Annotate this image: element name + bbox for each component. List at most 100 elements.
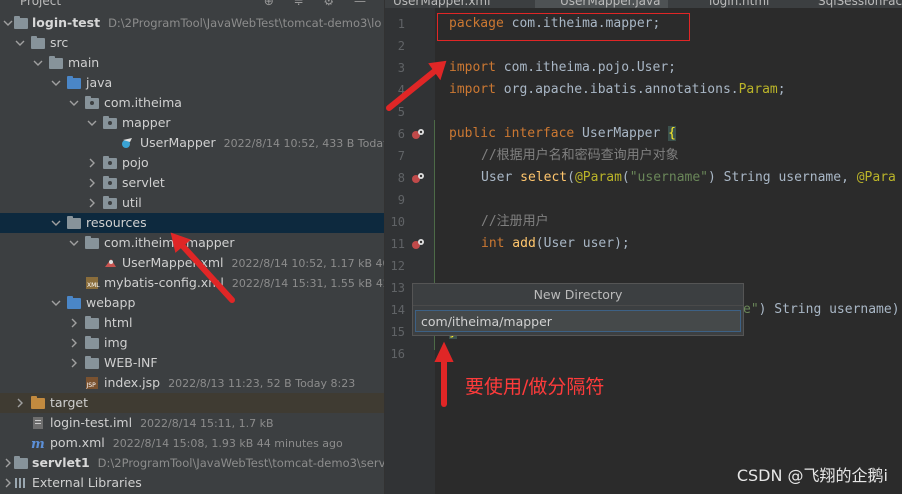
tree-item-com-itheima[interactable]: com.itheima bbox=[0, 93, 384, 113]
tree-item-label: target bbox=[50, 395, 89, 410]
tree-item-label: servlet1 bbox=[32, 455, 90, 470]
tree-item-webapp[interactable]: webapp bbox=[0, 293, 384, 313]
folder-icon bbox=[31, 36, 45, 49]
package-icon bbox=[103, 176, 117, 189]
tree-item-label: java bbox=[86, 75, 113, 90]
code-line-8[interactable]: User select(@Param("username") String us… bbox=[481, 167, 896, 189]
line-number: 8 bbox=[397, 171, 405, 185]
tree-item-index-jsp[interactable]: JSP index.jsp 2022/8/13 11:23, 52 B Today… bbox=[0, 373, 384, 393]
method-name: add bbox=[504, 236, 536, 251]
chevron-right-icon[interactable] bbox=[69, 358, 79, 368]
chevron-down-icon[interactable] bbox=[69, 98, 79, 108]
code-line-3[interactable]: import com.itheima.pojo.User; bbox=[449, 57, 676, 79]
chevron-right-icon[interactable] bbox=[87, 198, 97, 208]
chevron-down-icon[interactable] bbox=[3, 18, 13, 28]
code-line-10[interactable]: //注册用户 bbox=[481, 211, 549, 233]
chevron-down-icon[interactable] bbox=[51, 218, 61, 228]
svg-text:XML: XML bbox=[87, 282, 100, 289]
tree-item-login-test[interactable]: login-test D:\2ProgramTool\JavaWebTest\to… bbox=[0, 13, 384, 33]
tree-item-html[interactable]: html bbox=[0, 313, 384, 333]
tree-item-label: mapper bbox=[122, 115, 171, 130]
tree-item-usermapper-xml[interactable]: UserMapper.xml 2022/8/14 10:52, 1.17 kB 4… bbox=[0, 253, 384, 273]
web-folder-icon bbox=[67, 296, 81, 309]
code-line-14[interactable]: e") String username) bbox=[743, 299, 900, 321]
tree-item-login-test-iml[interactable]: login-test.iml 2022/8/14 15:11, 1.7 kB bbox=[0, 413, 384, 433]
arrow-to-dialog bbox=[434, 341, 454, 407]
tree-item-label: webapp bbox=[86, 295, 136, 310]
chevron-right-icon[interactable] bbox=[87, 178, 97, 188]
code-line-4[interactable]: import org.apache.ibatis.annotations.Par… bbox=[449, 79, 786, 101]
source-folder-icon bbox=[67, 76, 81, 89]
tree-item-label: External Libraries bbox=[32, 475, 142, 490]
tab-sqlsessionfactory[interactable]: SqlSessionFac bbox=[800, 0, 902, 8]
tree-item-label: main bbox=[68, 55, 100, 70]
tree-item-external-libraries[interactable]: External Libraries bbox=[0, 473, 384, 493]
svg-text:m: m bbox=[31, 437, 45, 450]
code-line-7[interactable]: //根据用户名和密码查询用户对象 bbox=[481, 145, 679, 167]
tree-item-pojo[interactable]: pojo bbox=[0, 153, 384, 173]
chevron-right-icon[interactable] bbox=[87, 158, 97, 168]
tree-item-src[interactable]: src bbox=[0, 33, 384, 53]
code-text: ; bbox=[777, 82, 786, 97]
folder-icon bbox=[85, 236, 99, 249]
annotation-name: Param bbox=[738, 82, 778, 97]
tab-label: login.html bbox=[709, 0, 770, 8]
iml-file-icon bbox=[31, 416, 46, 430]
tree-item-label: pojo bbox=[122, 155, 149, 170]
tree-item-usermapper-java[interactable]: UserMapper 2022/8/14 10:52, 433 B Today 1 bbox=[0, 133, 384, 153]
module-path: D:\2ProgramTool\JavaWebTest\tomcat-demo3… bbox=[97, 456, 384, 470]
tree-item-img[interactable]: img bbox=[0, 333, 384, 353]
comment: //注册用户 bbox=[481, 214, 549, 229]
tree-item-com-itheima-mapper[interactable]: com.itheima.mapper bbox=[0, 233, 384, 253]
chevron-right-icon[interactable] bbox=[3, 458, 13, 468]
svg-text:JSP: JSP bbox=[86, 382, 97, 389]
code-line-11[interactable]: int add(User user); bbox=[481, 233, 630, 255]
tree-item-mybatis-config-xml[interactable]: XML mybatis-config.xml 2022/8/14 15:31, 1… bbox=[0, 273, 384, 293]
code-text: User bbox=[481, 170, 521, 185]
resources-folder-icon bbox=[67, 216, 81, 229]
module-path: D:\2ProgramTool\JavaWebTest\tomcat-demo3… bbox=[108, 16, 382, 30]
tree-item-web-inf[interactable]: WEB-INF bbox=[0, 353, 384, 373]
tree-item-servlet1[interactable]: servlet1 D:\2ProgramTool\JavaWebTest\tomc… bbox=[0, 453, 384, 473]
chevron-right-icon[interactable] bbox=[15, 398, 25, 408]
code-line-6[interactable]: public interface UserMapper { bbox=[449, 123, 676, 145]
panel-toolbar-icons[interactable]: ⊕ ≑ ⚙ — bbox=[264, 0, 374, 8]
directory-name-input[interactable]: com/itheima/mapper bbox=[415, 310, 741, 332]
tab-usermapper-java[interactable]: UserMapper.java bbox=[535, 0, 669, 8]
chevron-right-icon[interactable] bbox=[3, 478, 13, 488]
tree-item-mapper[interactable]: mapper bbox=[0, 113, 384, 133]
tab-usermapper-xml[interactable]: UserMapper.xml bbox=[393, 0, 490, 8]
tab-login-html[interactable]: login.html bbox=[691, 0, 769, 8]
chevron-down-icon[interactable] bbox=[69, 238, 79, 248]
chevron-down-icon[interactable] bbox=[33, 58, 43, 68]
tree-item-main[interactable]: main bbox=[0, 53, 384, 73]
tree-item-pom-xml[interactable]: m pom.xml 2022/8/14 15:08, 1.93 kB 44 min… bbox=[0, 433, 384, 453]
chevron-down-icon[interactable] bbox=[51, 298, 61, 308]
chevron-down-icon[interactable] bbox=[87, 118, 97, 128]
mybatis-gutter-icon[interactable] bbox=[410, 237, 426, 251]
package-icon bbox=[85, 96, 99, 109]
tree-item-target[interactable]: target bbox=[0, 393, 384, 413]
code-text: ( bbox=[567, 170, 575, 185]
folder-icon bbox=[85, 356, 99, 369]
code-text: ) String username, bbox=[708, 170, 857, 185]
mybatis-gutter-icon[interactable] bbox=[410, 127, 426, 141]
code-text: org.apache.ibatis.annotations. bbox=[495, 82, 739, 97]
line-number: 3 bbox=[397, 61, 405, 75]
tree-item-java[interactable]: java bbox=[0, 73, 384, 93]
chevron-down-icon[interactable] bbox=[15, 38, 25, 48]
tree-item-resources[interactable]: resources bbox=[0, 213, 384, 233]
chevron-right-icon[interactable] bbox=[69, 338, 79, 348]
project-panel-title[interactable]: Project bbox=[20, 0, 61, 8]
chevron-right-icon[interactable] bbox=[69, 318, 79, 328]
folder-icon bbox=[49, 56, 63, 69]
mybatis-gutter-icon[interactable] bbox=[410, 171, 426, 185]
chevron-down-icon[interactable] bbox=[51, 78, 61, 88]
mybatis-interface-icon bbox=[120, 136, 135, 150]
line-number: 2 bbox=[397, 39, 405, 53]
code-text: ) String username) bbox=[758, 302, 900, 317]
tree-item-label: pom.xml bbox=[50, 435, 105, 450]
file-meta: 2022/8/14 15:11, 1.7 kB bbox=[140, 417, 274, 430]
tree-item-servlet[interactable]: servlet bbox=[0, 173, 384, 193]
tree-item-util[interactable]: util bbox=[0, 193, 384, 213]
